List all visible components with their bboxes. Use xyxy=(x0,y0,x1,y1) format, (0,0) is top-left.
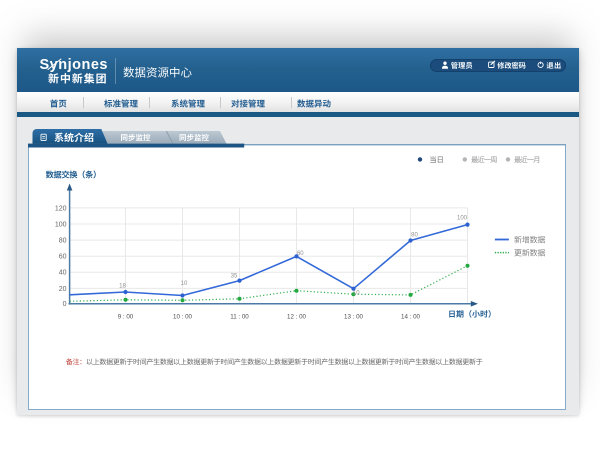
svg-text:80: 80 xyxy=(59,238,67,245)
svg-text:80: 80 xyxy=(411,233,418,239)
svg-text:40: 40 xyxy=(59,270,67,277)
svg-text:14 : 00: 14 : 00 xyxy=(401,313,420,320)
svg-text:35: 35 xyxy=(231,274,238,280)
svg-text:10 : 00: 10 : 00 xyxy=(173,313,192,320)
svg-text:0: 0 xyxy=(63,301,67,308)
svg-text:18: 18 xyxy=(119,283,126,289)
svg-text:10: 10 xyxy=(353,290,360,296)
svg-text:100: 100 xyxy=(55,221,67,228)
svg-text:13 : 00: 13 : 00 xyxy=(344,313,363,320)
svg-text:60: 60 xyxy=(297,251,304,257)
svg-text:120: 120 xyxy=(55,205,67,212)
svg-text:9 : 00: 9 : 00 xyxy=(118,313,134,320)
svg-text:11 : 00: 11 : 00 xyxy=(230,313,249,320)
svg-text:100: 100 xyxy=(457,216,468,222)
svg-text:10: 10 xyxy=(181,281,188,287)
svg-text:12 : 00: 12 : 00 xyxy=(287,313,306,320)
svg-text:Synjones: Synjones xyxy=(40,57,108,73)
svg-text:60: 60 xyxy=(59,254,67,261)
svg-text:20: 20 xyxy=(59,286,67,293)
